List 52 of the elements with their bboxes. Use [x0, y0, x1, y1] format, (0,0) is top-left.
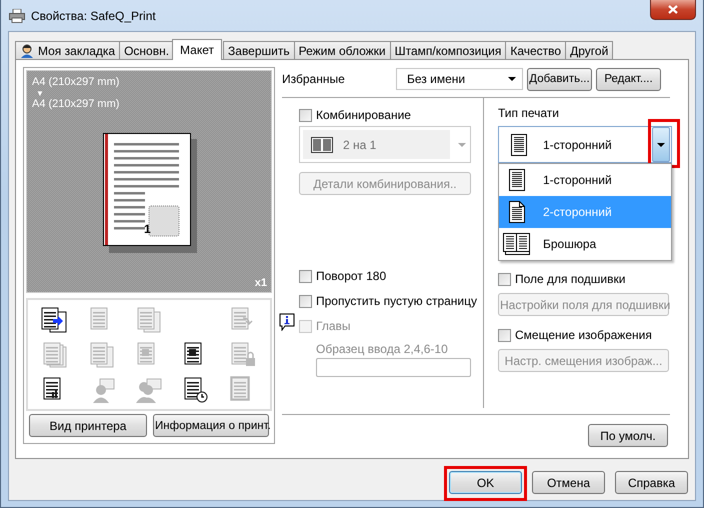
checkbox-label: Смещение изображения — [515, 328, 652, 342]
caret-icon — [508, 77, 516, 81]
dropdown-button[interactable] — [652, 127, 670, 162]
paper-size: A4 (210x297 mm) — [32, 76, 120, 89]
dropdown-option[interactable]: Брошюра — [499, 228, 671, 260]
tab[interactable]: Моя закладка — [15, 41, 120, 59]
arrow-glyph: ▼ — [35, 89, 44, 98]
close-button[interactable] — [650, 0, 696, 20]
printer-icon — [9, 8, 25, 22]
dialog-button[interactable]: Редакт.... — [596, 68, 661, 90]
checkbox[interactable] — [498, 328, 511, 342]
defaults-button[interactable]: По умолч. — [588, 424, 668, 447]
checkbox[interactable] — [299, 270, 312, 282]
tab[interactable]: Завершить — [223, 41, 295, 59]
favorites-dropdown[interactable]: Без имени — [396, 68, 523, 90]
tab[interactable]: Основн. — [119, 41, 174, 59]
page-clock-icon[interactable] — [182, 376, 210, 404]
dialog-button[interactable]: Вид принтера — [29, 414, 147, 437]
dropdown-option[interactable]: 1-сторонний — [499, 164, 671, 196]
dialog-button[interactable]: Отмена — [532, 471, 605, 494]
tab[interactable]: Качество — [505, 41, 566, 59]
checkbox-label: Главы — [316, 319, 350, 333]
caret-icon — [458, 142, 466, 146]
two-pages-icon — [311, 136, 333, 152]
tab[interactable]: Другой — [565, 41, 614, 59]
checkbox-label: Пропустить пустую страницу — [316, 294, 477, 308]
page-icon — [511, 134, 527, 156]
printer-arrow-icon[interactable] — [41, 306, 70, 334]
tab[interactable]: Штамп/композиция — [390, 41, 506, 59]
checkbox[interactable] — [498, 272, 511, 286]
checkbox-label: Поле для подшивки — [515, 272, 626, 286]
dialog-button[interactable]: OK — [449, 471, 522, 494]
favorites-label: Избранные — [282, 72, 346, 86]
paper-size: A4 (210x297 mm) — [32, 98, 120, 111]
open-book-icon — [503, 233, 531, 255]
close-icon — [668, 5, 678, 14]
copies-count: x1 — [254, 277, 267, 289]
dialog-button[interactable]: Добавить... — [527, 68, 592, 90]
tab[interactable]: Режим обложки — [294, 41, 391, 59]
print-type-dropdown[interactable]: 1-сторонний — [498, 126, 672, 163]
window-title: Свойства: SafeQ_Print — [31, 8, 156, 22]
tab[interactable]: Макет — [172, 39, 222, 60]
dialog-button[interactable]: Информация о принт. — [153, 414, 269, 437]
checkbox-label: Поворот 180 — [316, 269, 386, 283]
checkbox[interactable] — [299, 294, 312, 308]
input-hint: Образец ввода 2,4,6-10 — [316, 342, 449, 356]
checkbox-label: Комбинирование — [316, 108, 411, 122]
print-type-label: Тип печати — [498, 106, 560, 122]
dialog-button[interactable]: Справка — [615, 471, 688, 494]
person-icon — [20, 44, 34, 58]
page-number: 1 — [144, 223, 151, 236]
caret-icon — [657, 142, 665, 146]
